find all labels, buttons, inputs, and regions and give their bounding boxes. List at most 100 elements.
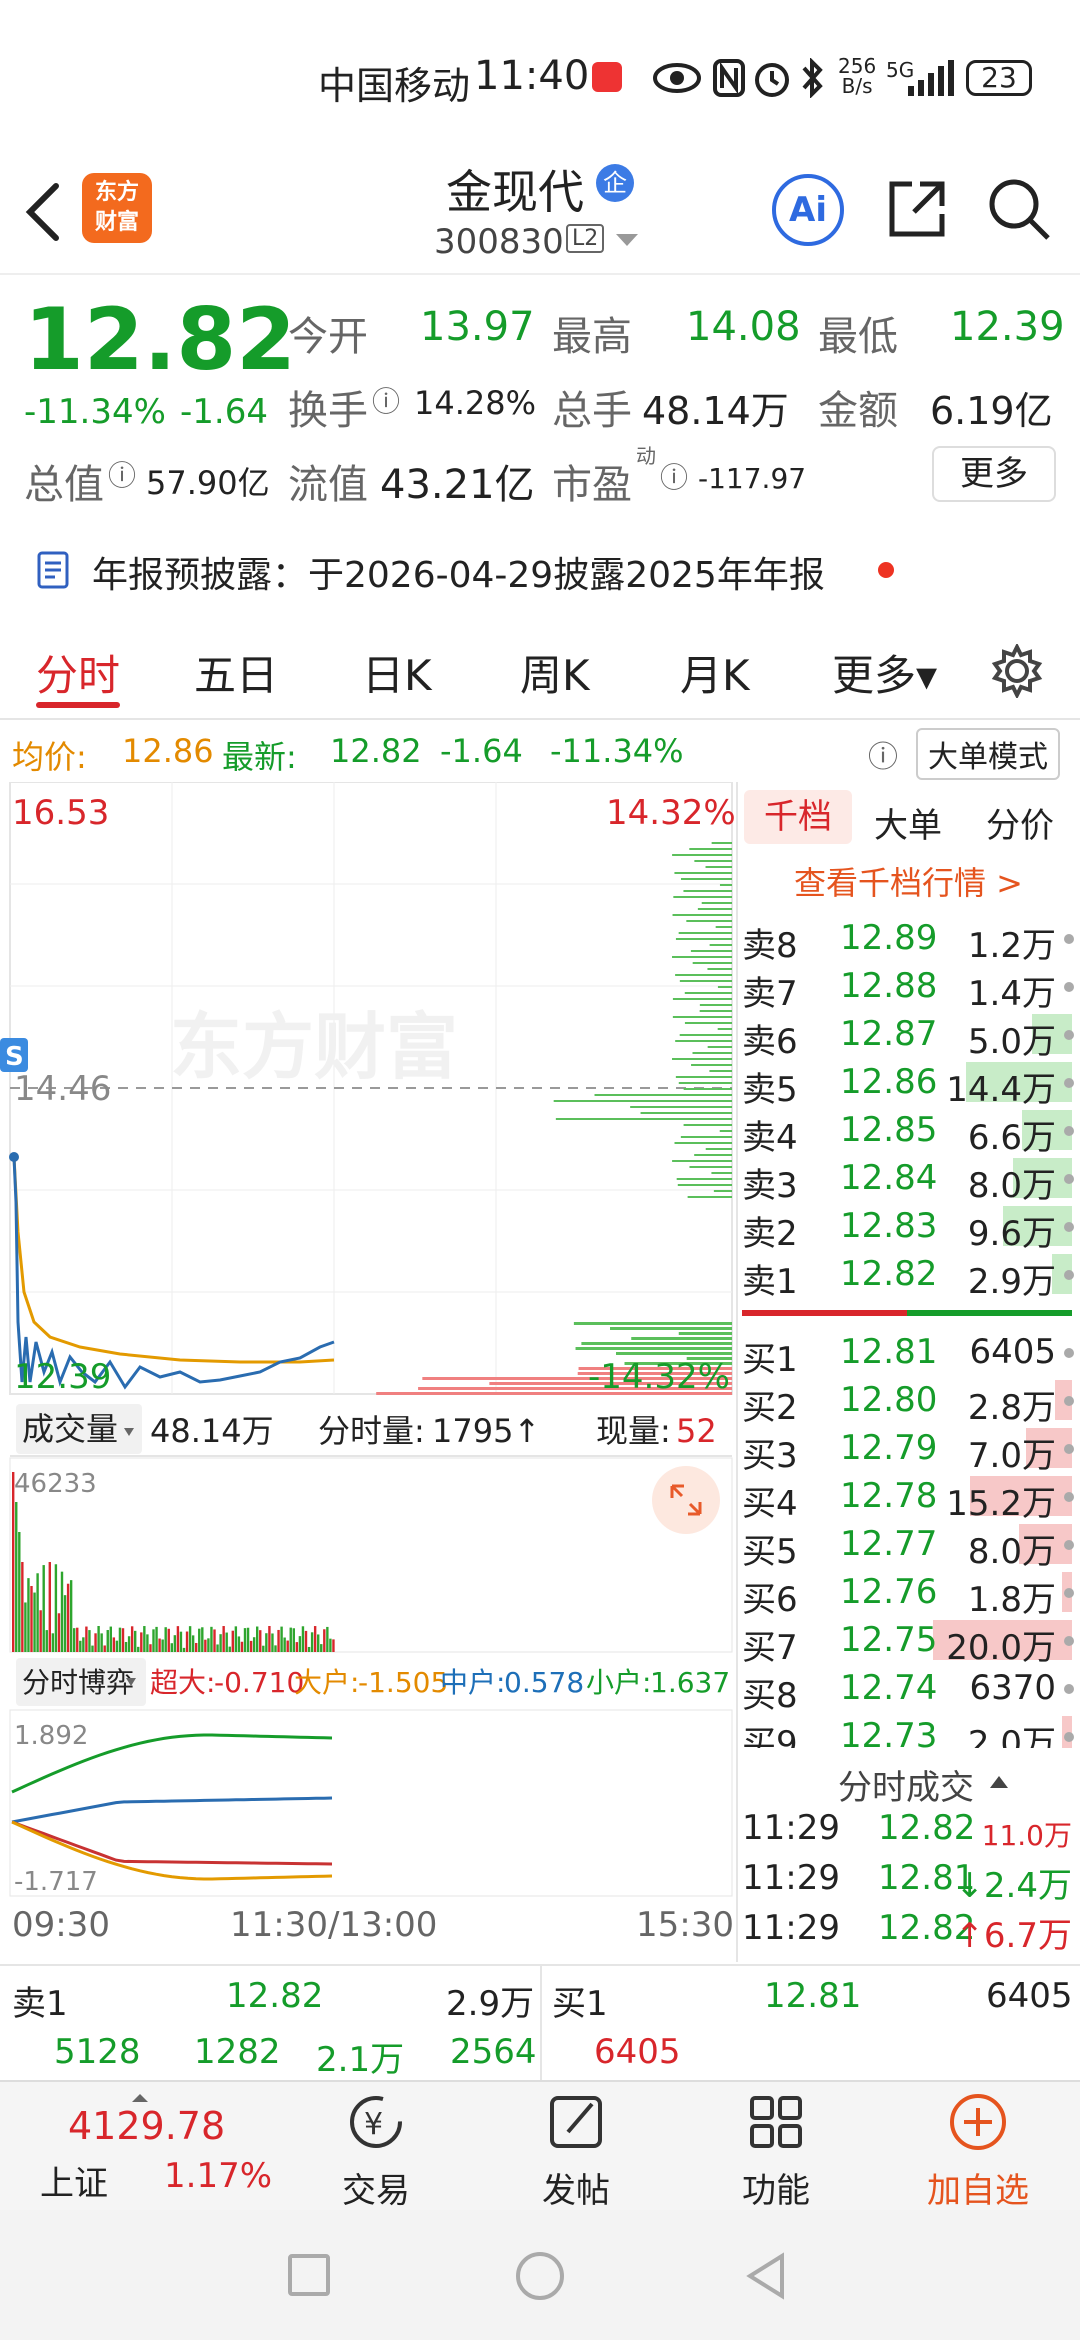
sell-order-row[interactable]: 卖8 12.89 1.2万 <box>742 918 1080 966</box>
order-level-label: 买1 <box>742 1340 798 1380</box>
sell-order-row[interactable]: 卖1 12.82 2.9万 <box>742 1254 1080 1302</box>
volume-bar <box>69 1580 73 1652</box>
order-price: 12.85 <box>840 1110 938 1150</box>
view-depth-link[interactable]: 查看千档行情 > <box>794 858 1023 904</box>
buy-order-row[interactable]: 买3 12.79 7.0万 <box>742 1428 1080 1476</box>
volume-bar <box>292 1628 295 1652</box>
depth-bar <box>679 1034 732 1036</box>
tick-row: 11:29 12.82 ↑6.7万 <box>742 1908 1076 1956</box>
search-icon[interactable] <box>986 176 1052 242</box>
buy-order-row[interactable]: 买2 12.80 2.8万 <box>742 1380 1080 1428</box>
change-percent-value: -11.34% <box>550 732 684 770</box>
home-button[interactable] <box>516 2252 564 2300</box>
super-value: -0.710 <box>214 1666 304 1699</box>
time-axis-mid: 11:30/13:00 <box>230 1905 437 1945</box>
sell-order-row[interactable]: 卖6 12.87 5.0万 <box>742 1014 1080 1062</box>
nav-trade[interactable]: ¥ 交易 <box>296 2090 456 2212</box>
volume-bar <box>173 1635 177 1652</box>
big-order-mode-button[interactable]: 大单模式 <box>916 728 1060 780</box>
alarm-icon <box>755 63 789 97</box>
buy-order-row[interactable]: 买8 12.74 6370 <box>742 1668 1080 1716</box>
info-icon[interactable]: ⓘ <box>660 456 688 496</box>
order-level-label: 买3 <box>742 1436 798 1476</box>
tab-five-day[interactable]: 五日 <box>194 642 278 703</box>
buy-order-row[interactable]: 买1 12.81 6405 <box>742 1332 1080 1380</box>
depth-bar <box>672 998 732 1000</box>
info-icon[interactable]: ⓘ <box>372 380 400 420</box>
s-badge[interactable]: S <box>5 1042 24 1072</box>
depth-tab-price-dist[interactable]: 分价 <box>986 798 1054 847</box>
volume-bar <box>45 1630 48 1652</box>
depth-bar <box>673 896 732 898</box>
volume-bar <box>48 1562 51 1652</box>
expand-button[interactable] <box>652 1466 720 1534</box>
tab-more[interactable]: 更多▾ <box>832 642 937 703</box>
volume-bar <box>88 1630 91 1652</box>
sell-order-row[interactable]: 卖4 12.85 6.6万 <box>742 1110 1080 1158</box>
volume-bar <box>231 1630 234 1652</box>
depth-tab-big-order[interactable]: 大单 <box>874 798 942 847</box>
buy-order-row[interactable]: 买6 12.76 1.8万 <box>742 1572 1080 1620</box>
annual-report-notice[interactable]: 年报预披露：于2026-04-29披露2025年年报 <box>0 540 1080 620</box>
order-price: 12.81 <box>840 1332 938 1372</box>
gear-icon[interactable] <box>990 644 1044 698</box>
info-icon[interactable]: ⓘ <box>108 454 136 494</box>
fund-max-label: 1.892 <box>14 1721 88 1751</box>
order-price: 12.79 <box>840 1428 938 1468</box>
sell-order-row[interactable]: 卖3 12.84 8.0万 <box>742 1158 1080 1206</box>
depth-bar <box>679 980 732 982</box>
order-level-label: 卖1 <box>742 1262 798 1302</box>
sell-order-row[interactable]: 卖2 12.83 9.6万 <box>742 1206 1080 1254</box>
intraday-chart[interactable]: 东方财富 16.53 14.32% 14.46 12.39 -14.32% S … <box>0 782 740 1962</box>
sell-order-row[interactable]: 卖7 12.88 1.4万 <box>742 966 1080 1014</box>
index-ticker[interactable]: 4129.78 上证 1.17% <box>20 2092 280 2204</box>
dot-icon <box>1064 1222 1074 1232</box>
dot-icon <box>1064 934 1074 944</box>
volume-bar <box>295 1642 299 1652</box>
ai-button[interactable]: Ai <box>772 174 844 246</box>
help-icon[interactable]: ⓘ <box>868 732 898 776</box>
buy-order-row[interactable]: 买7 12.75 20.0万 <box>742 1620 1080 1668</box>
buy-order-row[interactable]: 买5 12.77 8.0万 <box>742 1524 1080 1572</box>
tab-intraday[interactable]: 分时 <box>36 642 120 703</box>
back-icon[interactable] <box>22 180 62 244</box>
more-button[interactable]: 更多 <box>932 446 1056 502</box>
sell-order-row[interactable]: 卖5 12.86 14.4万 <box>742 1062 1080 1110</box>
tab-weekly-k[interactable]: 周K <box>520 642 590 703</box>
unread-dot <box>878 562 894 578</box>
fund-flow-label[interactable]: 分时博弈 <box>22 1666 134 1699</box>
volume-bar <box>51 1633 55 1652</box>
depth-tab-thousand[interactable]: 千档 <box>744 790 852 844</box>
ticks-title[interactable]: 分时成交 <box>838 1760 974 1809</box>
recent-apps-button[interactable] <box>288 2254 330 2296</box>
volume-label[interactable]: 成交量 <box>22 1410 118 1448</box>
depth-bar <box>707 1046 732 1048</box>
volume-bar <box>271 1633 274 1652</box>
tick-time: 11:29 <box>742 1858 840 1898</box>
collapse-icon[interactable] <box>988 1772 1010 1790</box>
depth-bar <box>705 866 732 868</box>
tab-daily-k[interactable]: 日K <box>362 642 432 703</box>
buy-order-row[interactable]: 买4 12.78 15.2万 <box>742 1476 1080 1524</box>
depth-bar <box>674 872 732 874</box>
volume-bar <box>323 1629 326 1652</box>
depth-bar <box>694 1154 732 1156</box>
back-nav-button[interactable] <box>744 2252 788 2300</box>
mcap-label: 总值 <box>24 462 104 508</box>
avg-label: 均价: <box>12 738 87 776</box>
nav-post[interactable]: 发帖 <box>496 2090 656 2212</box>
order-level-label: 卖3 <box>742 1166 798 1206</box>
mid-label: 中户: <box>440 1666 505 1699</box>
current-volume-label: 现量: <box>596 1412 671 1450</box>
nav-function[interactable]: 功能 <box>696 2090 856 2212</box>
volume-bar <box>124 1641 128 1652</box>
depth-bar <box>699 1004 732 1006</box>
small-label: 小户: <box>586 1666 651 1699</box>
min-volume-label: 分时量: <box>318 1412 425 1450</box>
tab-monthly-k[interactable]: 月K <box>680 642 750 703</box>
nav-add-watchlist[interactable]: 加自选 <box>898 2090 1058 2212</box>
volume-bar <box>143 1626 146 1652</box>
share-icon[interactable] <box>884 176 950 242</box>
order-volume: 6.6万 <box>967 1118 1056 1158</box>
dropdown-icon[interactable] <box>614 230 640 250</box>
